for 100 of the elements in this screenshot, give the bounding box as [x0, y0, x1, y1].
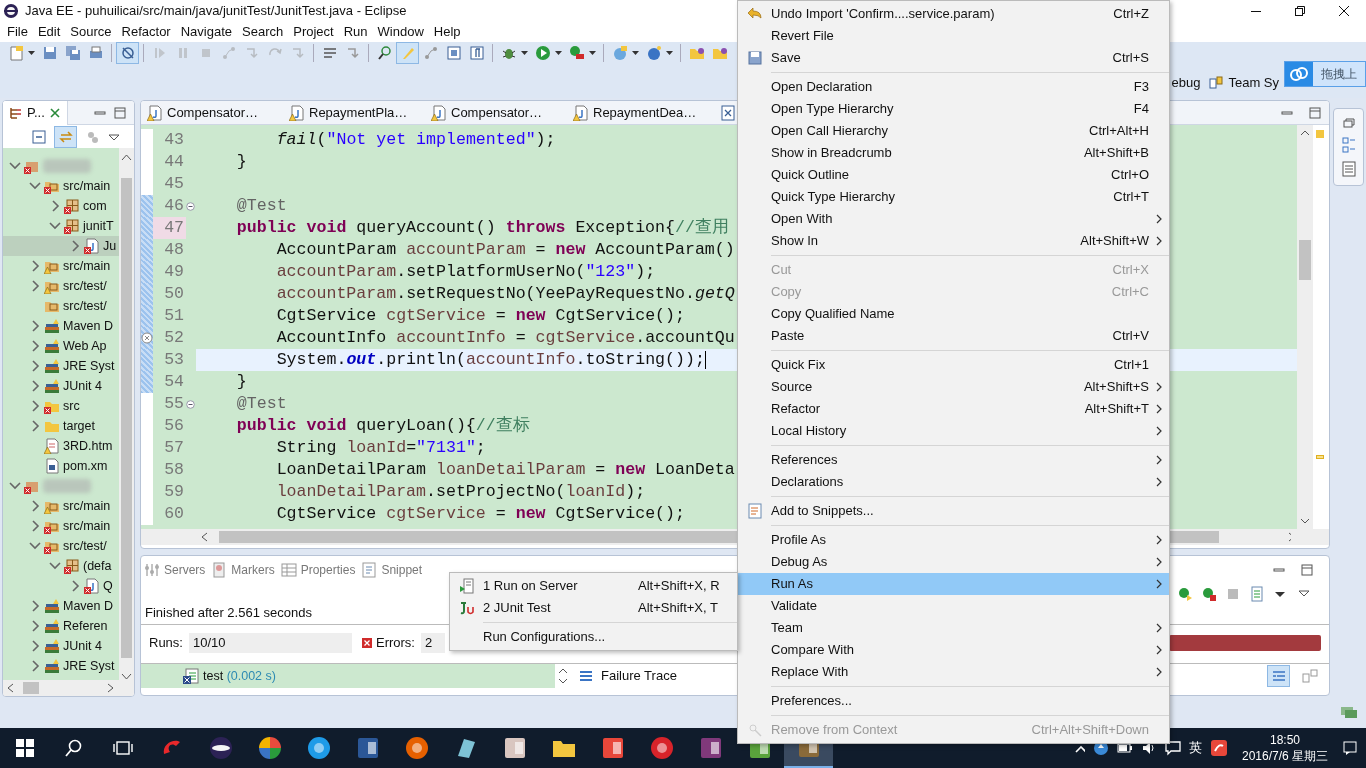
outline-icon[interactable]: [1341, 137, 1356, 153]
clock[interactable]: 18:50 2016/7/6 星期三: [1235, 732, 1334, 764]
menu-item[interactable]: Revert File: [738, 25, 1169, 47]
menu-item[interactable]: Compare With: [738, 639, 1169, 661]
menu-item[interactable]: Local History: [738, 420, 1169, 442]
task-view-icon[interactable]: [112, 740, 133, 756]
menu-item[interactable]: Help: [428, 22, 466, 42]
scrollbar[interactable]: [1297, 125, 1313, 529]
tree-item[interactable]: Maven D: [3, 596, 119, 617]
scrollbar[interactable]: [119, 148, 134, 680]
editor-tab[interactable]: Compensator…: [425, 102, 567, 123]
rerun-failed-icon[interactable]: [1201, 586, 1217, 602]
tree-item[interactable]: src/main: [3, 176, 119, 197]
view-tab[interactable]: Servers: [141, 561, 209, 579]
tray-app-icon[interactable]: [1209, 739, 1228, 757]
tree-item[interactable]: 3RD.htm: [3, 436, 119, 457]
menu-item[interactable]: Declarations: [738, 471, 1169, 493]
tree-item[interactable]: JUnit 4: [3, 376, 119, 397]
menu-item[interactable]: Show In Alt+Shift+W: [738, 230, 1169, 252]
menu-item[interactable]: Run Configurations...: [450, 626, 737, 648]
tree-item[interactable]: Referen: [3, 616, 119, 637]
close-icon[interactable]: [1338, 5, 1350, 17]
tree-item[interactable]: Maven D: [3, 316, 119, 337]
tree-item[interactable]: src/main: [3, 516, 119, 537]
menu-item[interactable]: Validate: [738, 595, 1169, 617]
menu-item[interactable]: 1 Run on Server Alt+Shift+X, R: [450, 575, 737, 597]
menu-item[interactable]: Window: [372, 22, 429, 42]
progress-view-icon[interactable]: [1340, 705, 1358, 719]
menu-item[interactable]: Source: [65, 22, 117, 42]
perspective-button[interactable]: Team Sy: [1204, 73, 1283, 93]
menu-item[interactable]: Navigate: [175, 22, 237, 42]
editor-tab[interactable]: RepaymentPla…: [283, 102, 425, 123]
fold-toggle-icon[interactable]: [186, 201, 195, 211]
tree-item[interactable]: JRE Syst: [3, 656, 119, 677]
menu-item[interactable]: Replace With: [738, 661, 1169, 683]
menu-item[interactable]: Debug As: [738, 551, 1169, 573]
tree-item[interactable]: JUnit 4: [3, 636, 119, 657]
menu-item[interactable]: Edit: [32, 22, 66, 42]
tile-app-icon[interactable]: [698, 736, 723, 760]
menu-item[interactable]: Save Ctrl+S: [738, 47, 1169, 69]
maximize-icon[interactable]: [1301, 564, 1313, 576]
menu-item[interactable]: Team: [738, 617, 1169, 639]
menu-item[interactable]: Run: [338, 22, 373, 42]
menu-item[interactable]: Refactor: [116, 22, 176, 42]
tree-item[interactable]: JRE Syst: [3, 356, 119, 377]
circle-app-icon[interactable]: [649, 736, 674, 760]
menu-item[interactable]: Project: [288, 22, 339, 42]
tree-item[interactable]: src/main: [3, 496, 119, 517]
view-tab[interactable]: Snippet: [358, 561, 426, 579]
notification-icon[interactable]: [1342, 740, 1358, 756]
menu-item[interactable]: References: [738, 449, 1169, 471]
menu-item[interactable]: Copy Qualified Name: [738, 303, 1169, 325]
maximize-icon[interactable]: [114, 106, 126, 119]
toolbar-button[interactable]: [1267, 665, 1290, 687]
restore-icon[interactable]: [1294, 5, 1306, 17]
toolbar-button[interactable]: [54, 125, 77, 148]
menu-item[interactable]: File: [2, 22, 33, 42]
menu-item[interactable]: Run As: [738, 573, 1169, 595]
menu-item[interactable]: Undo Import 'Confirm....service.param) Ctrl+Z: [738, 3, 1169, 25]
menu-item[interactable]: Open Type Hierarchy F4: [738, 98, 1169, 120]
tree-item[interactable]: target: [3, 416, 119, 437]
tree-item[interactable]: src/test/: [3, 276, 119, 297]
tree-item[interactable]: (defa: [3, 556, 119, 577]
tile-app-icon[interactable]: [502, 736, 527, 760]
tree-item[interactable]: src/main: [3, 256, 119, 277]
circle-app-icon[interactable]: [404, 736, 429, 760]
view-tab[interactable]: P...: [3, 101, 68, 125]
tree-item[interactable]: Ju: [3, 236, 119, 257]
tile-app-icon[interactable]: [355, 736, 380, 760]
menu-item[interactable]: Open Call Hierarchy Ctrl+Alt+H: [738, 120, 1169, 142]
rerun-icon[interactable]: [1177, 586, 1193, 602]
pinwheel-app-icon[interactable]: [257, 736, 282, 760]
tree-item[interactable]: src/test/: [3, 536, 119, 557]
menu-item[interactable]: Quick Outline Ctrl+O: [738, 164, 1169, 186]
upload-button[interactable]: 拖拽上: [1284, 61, 1366, 87]
fold-toggle-icon[interactable]: [186, 399, 195, 409]
menu-item[interactable]: Quick Fix Ctrl+1: [738, 354, 1169, 376]
ring-app-icon[interactable]: [208, 736, 233, 760]
test-item[interactable]: test (0.002 s): [141, 664, 555, 688]
start-icon[interactable]: [15, 739, 34, 757]
tree-item[interactable]: junitT: [3, 216, 119, 237]
search-icon[interactable]: [64, 739, 83, 757]
maximize-icon[interactable]: [1309, 106, 1321, 119]
menu-item[interactable]: Profile As: [738, 529, 1169, 551]
menu-item[interactable]: Search: [237, 22, 289, 42]
view-tab[interactable]: Markers: [208, 561, 278, 579]
document-icon[interactable]: [1341, 161, 1356, 177]
input-method-indicator[interactable]: 英: [1188, 738, 1202, 758]
menu-item[interactable]: Source Alt+Shift+S: [738, 376, 1169, 398]
tile-app-icon[interactable]: [600, 736, 625, 760]
toolbar-button[interactable]: [116, 42, 139, 64]
tree-item[interactable]: src/test/: [3, 296, 119, 317]
menu-item[interactable]: Refactor Alt+Shift+T: [738, 398, 1169, 420]
tree-item[interactable]: Q: [3, 576, 119, 597]
view-tab[interactable]: Properties: [277, 561, 359, 579]
tree-item[interactable]: pom.xm: [3, 456, 119, 477]
tree-item[interactable]: Web Ap: [3, 336, 119, 357]
menu-item[interactable]: Show in Breadcrumb Alt+Shift+B: [738, 142, 1169, 164]
editor-tab[interactable]: Compensator…: [141, 102, 283, 123]
tree-item[interactable]: src: [3, 396, 119, 417]
